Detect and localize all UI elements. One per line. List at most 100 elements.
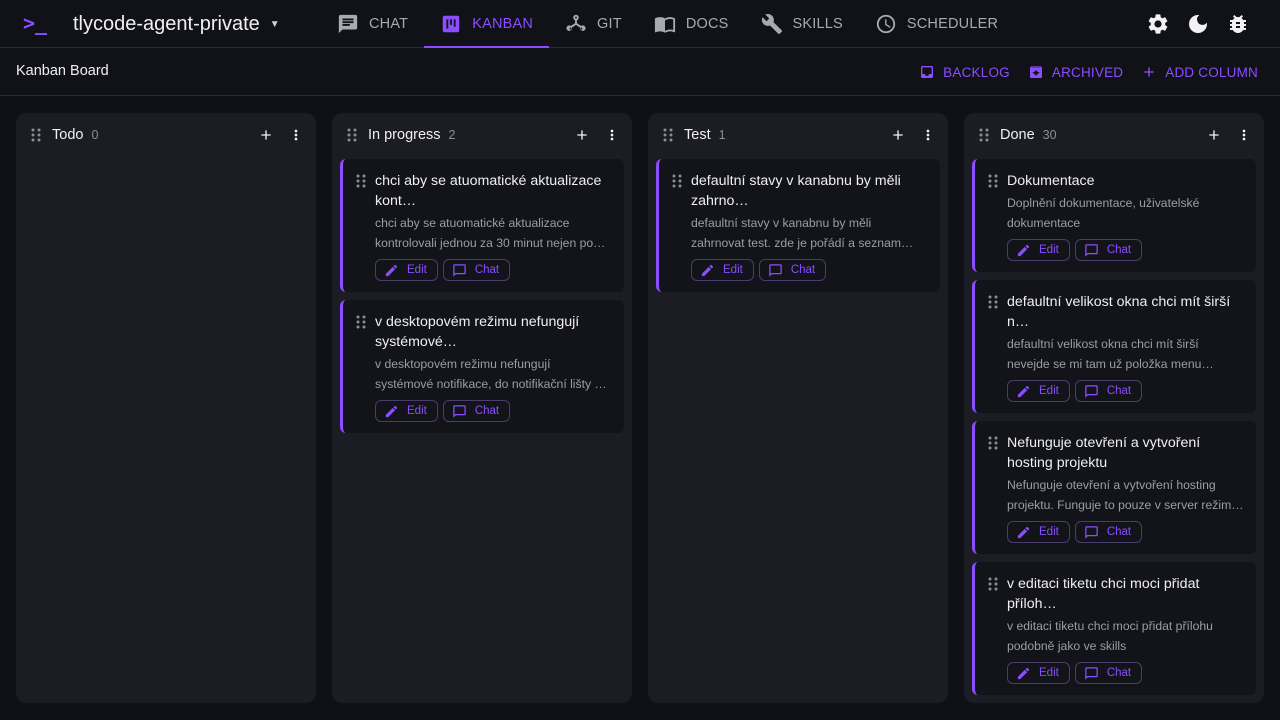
docs-icon (654, 17, 675, 33)
drag-handle-icon[interactable] (987, 174, 999, 188)
project-selector[interactable]: tlycode-agent-private ▼ (73, 12, 280, 36)
inbox-icon (921, 66, 934, 78)
column-tools (258, 127, 304, 143)
archived-button[interactable]: ARCHIVED (1028, 61, 1123, 83)
edit-icon (1017, 526, 1030, 538)
drag-handle-icon[interactable] (671, 174, 683, 188)
tab-skills[interactable]: SKILLS (745, 0, 859, 48)
card-description: defaultní velikost okna chci mít širší n… (1007, 337, 1202, 371)
drag-handle-icon[interactable] (355, 174, 367, 188)
chat-icon (338, 14, 358, 34)
edit-button[interactable]: Edit (1007, 662, 1070, 684)
chat-icon (1085, 384, 1098, 398)
column-tools (1206, 127, 1252, 143)
kanban-card[interactable]: defaultní stavy v kanabnu by měli zahrno… (656, 159, 940, 292)
chat-icon (769, 263, 782, 277)
chat-button[interactable]: Chat (442, 259, 511, 281)
drag-handle-icon[interactable] (987, 577, 999, 591)
card-actions: Edit Chat (691, 259, 928, 281)
card-list: chci aby se atuomatické aktualizace kont… (332, 157, 632, 433)
edit-button[interactable]: Edit (691, 259, 754, 281)
card-actions: Edit Chat (1007, 521, 1244, 543)
edit-button[interactable]: Edit (375, 400, 438, 422)
drag-handle-icon[interactable] (346, 128, 358, 142)
drag-handle-icon[interactable] (987, 295, 999, 309)
main-nav: CHAT KANBAN GIT DOCS SKILLS SCHEDULER (321, 0, 1014, 48)
card-description: defaultní stavy v kanabnu by měli zahrno… (691, 216, 902, 250)
tab-kanban[interactable]: KANBAN (424, 0, 549, 48)
chat-icon (453, 404, 466, 418)
card-title: v editaci tiketu chci moci přidat příloh… (1007, 576, 1200, 612)
column-count: 1 (718, 128, 726, 142)
backlog-button[interactable]: BACKLOG (919, 61, 1010, 83)
tab-docs[interactable]: DOCS (638, 0, 745, 48)
gear-icon[interactable] (1146, 12, 1170, 36)
kanban-icon (442, 15, 460, 33)
card-description: Doplnění dokumentace, uživatelské dokume… (1007, 196, 1200, 230)
chat-icon (1085, 666, 1098, 680)
chat-label: Chat (1106, 244, 1132, 256)
chat-button[interactable]: Chat (758, 259, 827, 281)
edit-label: Edit (723, 264, 743, 276)
kanban-card[interactable]: Nefunguje otevření a vytvoření hosting p… (972, 421, 1256, 554)
wrench-icon (761, 14, 782, 35)
column-tools (890, 127, 936, 143)
kanban-card[interactable]: Dokumentace Doplnění dokumentace, uživate… (972, 159, 1256, 272)
chat-icon (1085, 525, 1098, 539)
plus-icon[interactable] (258, 127, 274, 143)
backlog-label: BACKLOG (943, 64, 1010, 80)
drag-handle-icon[interactable] (355, 315, 367, 329)
tab-label: CHAT (369, 16, 409, 32)
kanban-card[interactable]: v desktopovém režimu nefungují systémové… (340, 300, 624, 433)
plus-icon[interactable] (890, 127, 906, 143)
project-name: tlycode-agent-private (73, 12, 260, 35)
add-column-button[interactable]: ADD COLUMN (1141, 61, 1258, 83)
chat-button[interactable]: Chat (1074, 521, 1143, 543)
plus-icon[interactable] (574, 127, 590, 143)
card-list (16, 157, 316, 159)
card-actions: Edit Chat (375, 400, 612, 422)
tab-label: SCHEDULER (906, 16, 999, 32)
chat-label: Chat (790, 264, 816, 276)
card-description: v editaci tiketu chci moci přidat příloh… (1007, 619, 1213, 653)
chat-label: Chat (1106, 526, 1132, 538)
edit-button[interactable]: Edit (1007, 380, 1070, 402)
dark-mode-icon[interactable] (1186, 12, 1210, 36)
more-vert-icon[interactable] (1236, 127, 1252, 143)
board-toolbar: Kanban Board BACKLOG ARCHIVED ADD COLUMN (0, 49, 1280, 96)
chat-button[interactable]: Chat (1074, 239, 1143, 261)
top-actions (1146, 12, 1250, 36)
column-header: In progress 2 (332, 113, 632, 157)
chat-icon (453, 263, 466, 277)
drag-handle-icon[interactable] (987, 436, 999, 450)
app-logo[interactable]: >_ (23, 11, 47, 35)
edit-button[interactable]: Edit (1007, 239, 1070, 261)
edit-button[interactable]: Edit (375, 259, 438, 281)
more-vert-icon[interactable] (920, 127, 936, 143)
kanban-card[interactable]: defaultní velikost okna chci mít širší n… (972, 280, 1256, 413)
column-title: Todo (52, 127, 84, 143)
drag-handle-icon[interactable] (662, 128, 674, 142)
edit-button[interactable]: Edit (1007, 521, 1070, 543)
more-vert-icon[interactable] (288, 127, 304, 143)
chat-button[interactable]: Chat (1074, 380, 1143, 402)
drag-handle-icon[interactable] (978, 128, 990, 142)
drag-handle-icon[interactable] (30, 128, 42, 142)
tab-git[interactable]: GIT (549, 0, 638, 48)
tab-chat[interactable]: CHAT (321, 0, 424, 48)
card-description: Nefunguje otevření a vytvoření hosting p… (1007, 478, 1244, 512)
chat-button[interactable]: Chat (1074, 662, 1143, 684)
kanban-column: Test 1 defaultní stavy v kanabnu by měli z… (648, 113, 948, 703)
tab-scheduler[interactable]: SCHEDULER (859, 0, 1014, 48)
kanban-card[interactable]: v editaci tiketu chci moci přidat příloh… (972, 562, 1256, 695)
more-vert-icon[interactable] (604, 127, 620, 143)
bug-icon[interactable] (1226, 12, 1250, 36)
top-app-bar: >_ tlycode-agent-private ▼ CHAT KANBAN G… (0, 0, 1280, 48)
edit-label: Edit (1039, 526, 1059, 538)
chat-button[interactable]: Chat (442, 400, 511, 422)
tab-label: SKILLS (792, 16, 843, 32)
column-count: 0 (91, 128, 99, 142)
plus-icon[interactable] (1206, 127, 1222, 143)
kanban-card[interactable]: chci aby se atuomatické aktualizace kont… (340, 159, 624, 292)
kanban-column: Todo 0 (16, 113, 316, 703)
